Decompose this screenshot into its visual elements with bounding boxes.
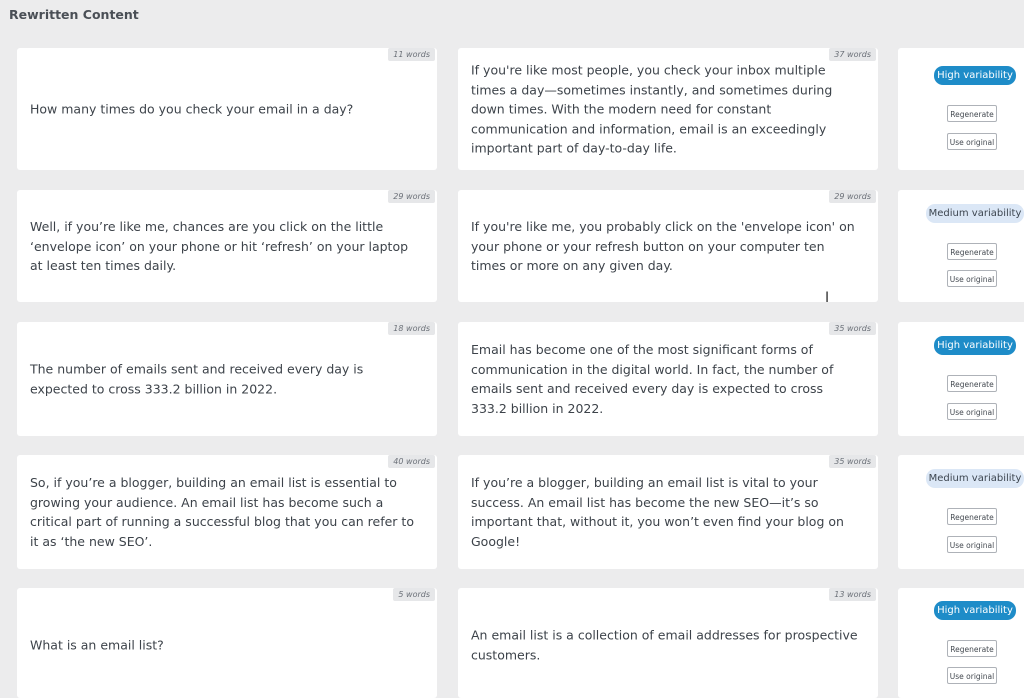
row-controls: Medium variability Regenerate Use origin… [898, 190, 1024, 302]
word-count-badge: 13 words [829, 588, 876, 601]
rewritten-text-card[interactable]: 35 words Email has become one of the mos… [458, 322, 878, 436]
word-count-badge: 35 words [829, 322, 876, 335]
original-text: How many times do you check your email i… [30, 101, 354, 117]
row-controls: Medium variability Regenerate Use origin… [898, 455, 1024, 569]
variability-badge: High variability [934, 336, 1016, 355]
original-text-card[interactable]: 11 words How many times do you check you… [17, 48, 437, 170]
content-row: 40 words So, if you’re a blogger, buildi… [0, 455, 1024, 569]
regenerate-button[interactable]: Regenerate [947, 243, 997, 260]
regenerate-button[interactable]: Regenerate [947, 640, 997, 657]
rewritten-text: Email has become one of the most signifi… [471, 342, 834, 416]
rewritten-text: If you're like most people, you check yo… [471, 62, 833, 156]
content-row: 11 words How many times do you check you… [0, 48, 1024, 170]
use-original-button[interactable]: Use original [947, 133, 997, 150]
rewritten-text-card[interactable]: 29 words If you're like me, you probably… [458, 190, 878, 302]
use-original-button[interactable]: Use original [947, 403, 997, 420]
original-text-card[interactable]: 5 words What is an email list? [17, 588, 437, 698]
content-row: 5 words What is an email list? 13 words … [0, 588, 1024, 698]
variability-badge: Medium variability [926, 469, 1024, 488]
row-controls: High variability Regenerate Use original [898, 322, 1024, 436]
word-count-badge: 18 words [388, 322, 435, 335]
text-cursor-icon: I [825, 290, 830, 306]
word-count-badge: 11 words [388, 48, 435, 61]
regenerate-button[interactable]: Regenerate [947, 375, 997, 392]
rewritten-text: If you’re a blogger, building an email l… [471, 475, 844, 549]
variability-badge: High variability [934, 601, 1016, 620]
word-count-badge: 29 words [829, 190, 876, 203]
rewritten-text: An email list is a collection of email a… [471, 627, 858, 663]
rewritten-text-card[interactable]: 13 words An email list is a collection o… [458, 588, 878, 698]
use-original-button[interactable]: Use original [947, 536, 997, 553]
rewritten-text: If you're like me, you probably click on… [471, 218, 855, 273]
word-count-badge: 40 words [388, 455, 435, 468]
word-count-badge: 35 words [829, 455, 876, 468]
original-text: Well, if you’re like me, chances are you… [30, 218, 409, 273]
use-original-button[interactable]: Use original [947, 270, 997, 287]
section-title: Rewritten Content [9, 7, 139, 22]
use-original-button[interactable]: Use original [947, 667, 997, 684]
rewritten-text-card[interactable]: 35 words If you’re a blogger, building a… [458, 455, 878, 569]
word-count-badge: 37 words [829, 48, 876, 61]
word-count-badge: 5 words [393, 588, 435, 601]
original-text-card[interactable]: 40 words So, if you’re a blogger, buildi… [17, 455, 437, 569]
row-controls: High variability Regenerate Use original [898, 48, 1024, 170]
regenerate-button[interactable]: Regenerate [947, 508, 997, 525]
row-controls: High variability Regenerate Use original [898, 588, 1024, 698]
variability-badge: High variability [934, 66, 1016, 85]
original-text-card[interactable]: 29 words Well, if you’re like me, chance… [17, 190, 437, 302]
word-count-badge: 29 words [388, 190, 435, 203]
content-row: 29 words Well, if you’re like me, chance… [0, 190, 1024, 302]
variability-badge: Medium variability [926, 204, 1024, 223]
original-text-card[interactable]: 18 words The number of emails sent and r… [17, 322, 437, 436]
original-text: What is an email list? [30, 637, 164, 653]
original-text: The number of emails sent and received e… [30, 361, 364, 397]
regenerate-button[interactable]: Regenerate [947, 105, 997, 122]
content-row: 18 words The number of emails sent and r… [0, 322, 1024, 436]
original-text: So, if you’re a blogger, building an ema… [30, 475, 414, 549]
rewritten-text-card[interactable]: 37 words If you're like most people, you… [458, 48, 878, 170]
